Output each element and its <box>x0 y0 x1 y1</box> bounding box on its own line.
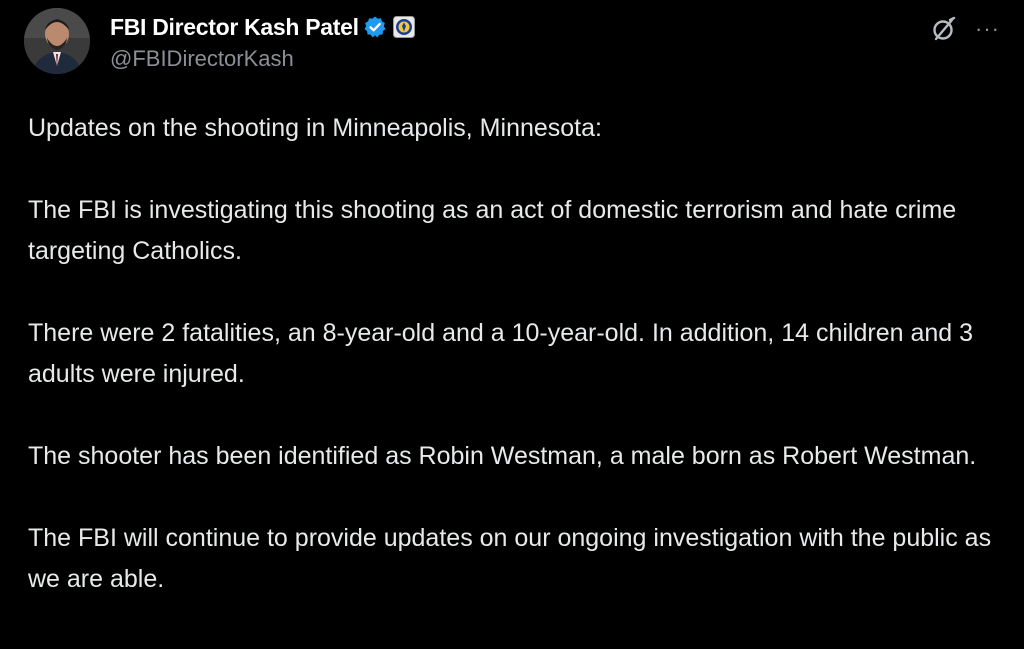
author-identity: FBI Director Kash Patel @FBIDirectorKash <box>110 10 415 72</box>
post-paragraph: The FBI will continue to provide updates… <box>28 524 992 593</box>
author-display-name[interactable]: FBI Director Kash Patel <box>110 14 359 41</box>
more-options-button[interactable]: ··· <box>975 14 1000 44</box>
verified-badge-icon[interactable] <box>363 15 387 39</box>
post-paragraph: The shooter has been identified as Robin… <box>28 442 977 470</box>
post-paragraph: There were 2 fatalities, an 8-year-old a… <box>28 319 974 388</box>
post-header: FBI Director Kash Patel @FBIDirectorKash… <box>24 8 1000 80</box>
post-text: Updates on the shooting in Minneapolis, … <box>28 108 998 641</box>
profile-photo-icon <box>24 8 90 74</box>
header-actions: ··· <box>929 14 1000 44</box>
author-handle[interactable]: @FBIDirectorKash <box>110 46 415 72</box>
post-paragraph: The FBI is investigating this shooting a… <box>28 196 957 265</box>
grok-icon[interactable] <box>929 14 959 44</box>
post-card: FBI Director Kash Patel @FBIDirectorKash… <box>0 0 1024 649</box>
avatar[interactable] <box>24 8 90 74</box>
name-row: FBI Director Kash Patel <box>110 10 415 44</box>
post-paragraph: Updates on the shooting in Minneapolis, … <box>28 114 602 142</box>
fbi-seal-icon[interactable] <box>392 16 415 38</box>
